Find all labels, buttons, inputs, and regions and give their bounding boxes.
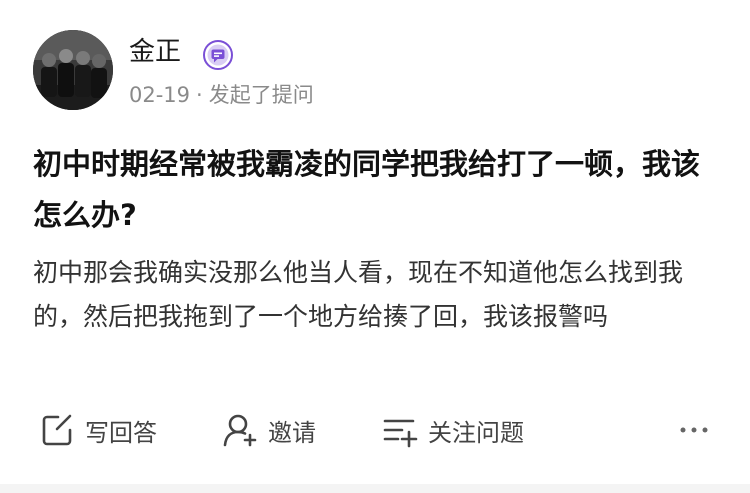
- add-user-icon: [223, 414, 257, 447]
- message-badge-icon: [203, 40, 233, 70]
- bottom-divider: [0, 484, 750, 493]
- more-button[interactable]: [672, 408, 716, 452]
- question-title[interactable]: 初中时期经常被我霸凌的同学把我给打了一顿，我该怎么办?: [33, 139, 723, 241]
- invite-label: 邀请: [268, 418, 316, 447]
- follow-question-button[interactable]: 关注问题: [380, 408, 524, 452]
- avatar-image: [33, 30, 113, 110]
- follow-question-label: 关注问题: [428, 418, 524, 447]
- edit-icon: [42, 414, 72, 446]
- post-meta: 02-19 · 发起了提问: [129, 80, 314, 110]
- question-body[interactable]: 初中那会我确实没那么他当人看，现在不知道他怎么找到我的，然后把我拖到了一个地方给…: [33, 251, 723, 339]
- author-name[interactable]: 金正: [129, 34, 181, 70]
- add-list-icon: [383, 419, 418, 448]
- meta-separator: ·: [196, 83, 203, 107]
- invite-button[interactable]: 邀请: [220, 408, 316, 452]
- post-date: 02-19: [129, 83, 191, 107]
- write-answer-button[interactable]: 写回答: [37, 408, 157, 452]
- post-action: 发起了提问: [208, 83, 314, 107]
- more-icon: [680, 427, 708, 433]
- write-answer-label: 写回答: [85, 418, 157, 447]
- avatar[interactable]: [33, 30, 113, 110]
